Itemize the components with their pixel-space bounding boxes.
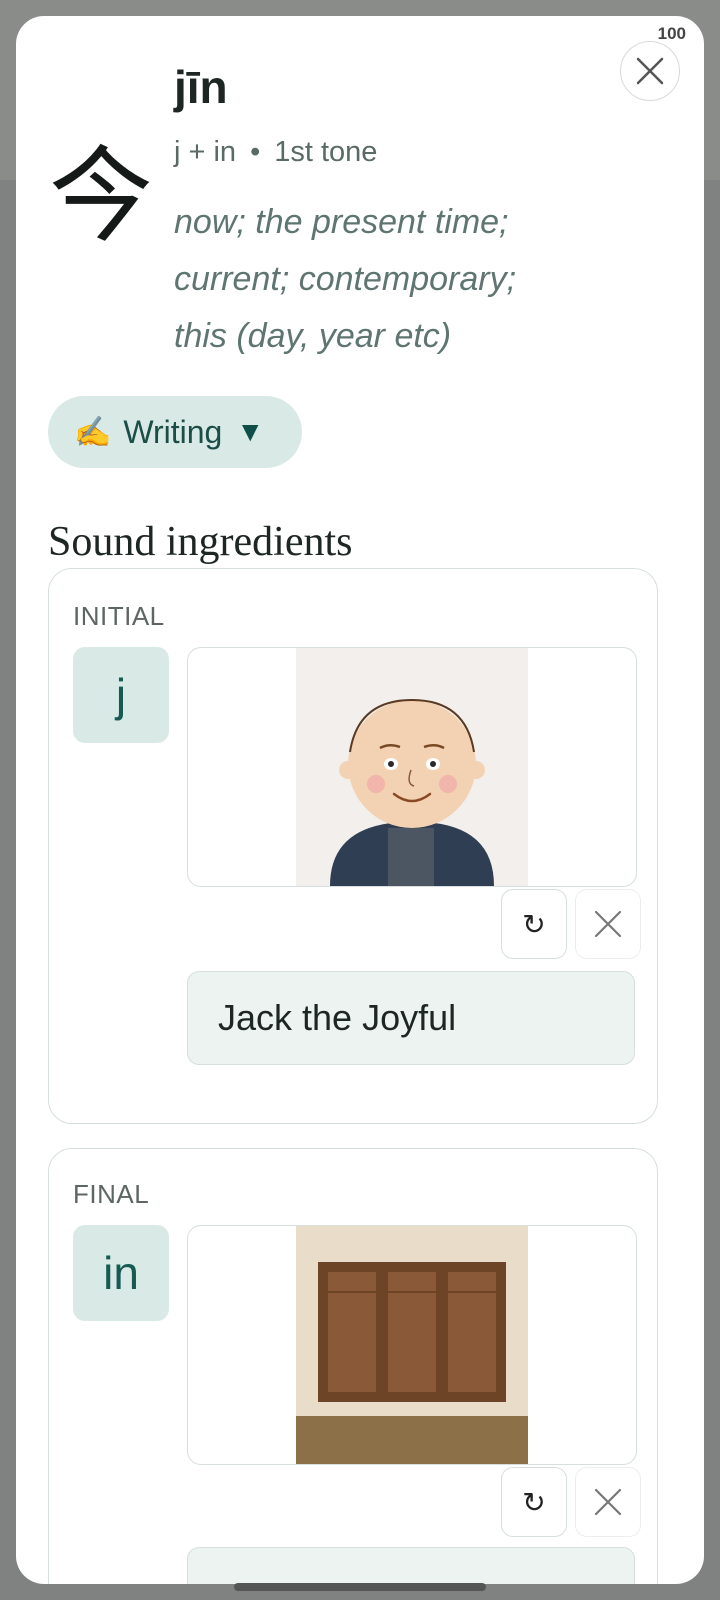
refresh-icon: ↻ — [522, 908, 546, 940]
pinyin-breakdown: j + in • 1st tone — [174, 136, 377, 169]
section-title: Sound ingredients — [48, 519, 353, 565]
close-button[interactable] — [620, 41, 680, 101]
final-sound-tile[interactable]: in — [73, 1225, 169, 1321]
pinyin-title: jīn — [174, 61, 228, 113]
remove-button[interactable] — [575, 1467, 641, 1537]
refresh-icon: ↻ — [522, 1486, 546, 1518]
counter-badge: 100 — [657, 24, 686, 43]
meaning-line: current; contemporary; — [174, 260, 517, 298]
writing-hand-icon: ✍️ — [74, 415, 112, 449]
meaning-text: now; the present time; current; contempo… — [174, 194, 594, 365]
bald-man-illustration — [296, 648, 528, 886]
breakdown-text: j + in — [174, 136, 237, 168]
final-label: FINAL — [73, 1179, 150, 1209]
close-icon — [594, 910, 622, 938]
writing-toggle-label: Writing — [123, 413, 223, 450]
close-icon — [594, 1488, 622, 1516]
initial-sound-tile[interactable]: j — [73, 647, 169, 743]
dropdown-arrow-icon: ▼ — [236, 416, 265, 447]
writing-toggle-button[interactable]: ✍️ Writing ▼ — [48, 396, 302, 468]
remove-button[interactable] — [575, 889, 641, 959]
separator-dot: • — [250, 136, 261, 168]
hanzi-character: 今 — [49, 135, 154, 257]
tone-text: 1st tone — [274, 136, 378, 168]
character-detail-sheet: 100 今 jīn j + in • 1st tone now; the prese… — [16, 16, 704, 1584]
initial-label: INITIAL — [73, 601, 165, 631]
home-indicator — [234, 1583, 486, 1591]
initial-image[interactable] — [187, 647, 637, 887]
close-icon — [636, 57, 664, 85]
refresh-button[interactable]: ↻ — [501, 889, 567, 959]
meaning-line: now; the present time; — [174, 203, 509, 241]
refresh-button[interactable]: ↻ — [501, 1467, 567, 1537]
meaning-line: this (day, year etc) — [174, 317, 452, 355]
final-image[interactable] — [187, 1225, 637, 1465]
wooden-cabinet-illustration — [296, 1226, 528, 1464]
mnemonic-name-field[interactable]: Jack the Joyful — [187, 971, 635, 1065]
mnemonic-name-field[interactable] — [187, 1547, 635, 1584]
final-card: FINAL in ↻ — [48, 1148, 658, 1584]
initial-card: INITIAL j ↻ Jack the Joyful — [48, 568, 658, 1124]
